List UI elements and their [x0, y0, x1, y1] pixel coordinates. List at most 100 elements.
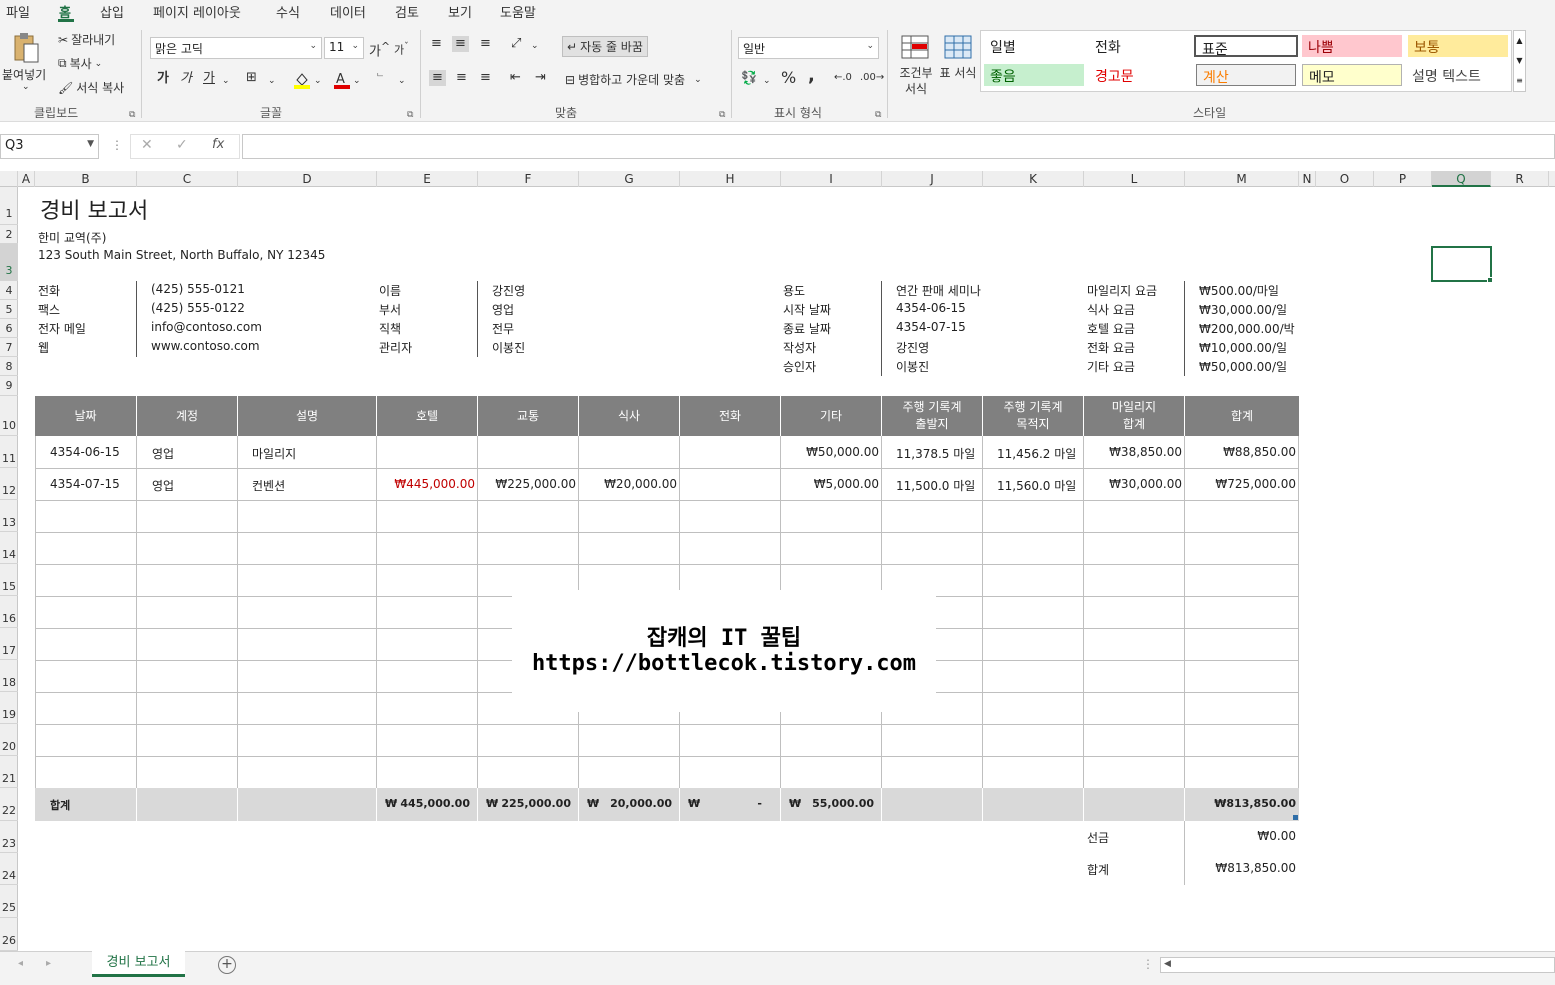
underline-button[interactable]: 가: [203, 71, 215, 87]
row-header[interactable]: 7: [0, 338, 18, 357]
menu-data[interactable]: 데이터: [330, 2, 366, 21]
style-neutral[interactable]: 보통: [1408, 35, 1508, 57]
number-format-combo[interactable]: 일반 ⌄: [738, 37, 879, 59]
italic-button[interactable]: 가: [180, 71, 192, 87]
row-header[interactable]: 21: [0, 756, 18, 788]
col-header-q[interactable]: Q: [1432, 171, 1491, 187]
row-header[interactable]: 13: [0, 500, 18, 532]
conditional-format-label[interactable]: 조건부 서식: [897, 65, 935, 97]
formula-input[interactable]: [242, 134, 1555, 159]
fill-handle[interactable]: [1487, 277, 1493, 283]
row-header[interactable]: 4: [0, 281, 18, 300]
row-header[interactable]: 8: [0, 357, 18, 376]
decrease-decimal-icon[interactable]: .00→: [860, 70, 884, 86]
style-explanatory[interactable]: 설명 텍스트: [1406, 64, 1510, 86]
row-header[interactable]: 22: [0, 788, 18, 821]
chevron-down-icon[interactable]: ⌄: [222, 73, 230, 89]
active-cell-selection[interactable]: [1431, 246, 1492, 282]
row-header[interactable]: 2: [0, 225, 18, 244]
style-calculation[interactable]: 계산: [1196, 64, 1296, 86]
phonetic-icon[interactable]: ᄂ: [376, 70, 384, 86]
col-header-m[interactable]: M: [1185, 171, 1299, 187]
table-resize-handle[interactable]: [1293, 815, 1298, 820]
enter-icon[interactable]: ✓: [176, 137, 188, 153]
dialog-launcher-icon[interactable]: ⧉: [875, 110, 881, 120]
copy-button[interactable]: ⧉ 복사 ⌄: [58, 55, 102, 72]
row-header[interactable]: 10: [0, 396, 18, 436]
chevron-down-icon[interactable]: ⌄: [268, 73, 276, 89]
col-header-b[interactable]: B: [35, 171, 137, 187]
chevron-down-icon[interactable]: ⌄: [531, 38, 539, 54]
col-header-l[interactable]: L: [1084, 171, 1185, 187]
menu-page-layout[interactable]: 페이지 레이아웃: [153, 2, 241, 21]
insert-function-icon[interactable]: fx: [212, 137, 224, 152]
font-size-combo[interactable]: 11 ⌄: [324, 37, 364, 59]
col-header-c[interactable]: C: [137, 171, 238, 187]
fill-color-button[interactable]: [292, 70, 312, 90]
format-table-label[interactable]: 표 서식: [938, 65, 978, 81]
style-warning[interactable]: 경고문: [1089, 64, 1189, 86]
row-header[interactable]: 12: [0, 468, 18, 500]
format-painter-button[interactable]: 🖌 서식 복사: [58, 79, 124, 96]
dialog-launcher-icon[interactable]: ⧉: [719, 110, 725, 120]
currency-icon[interactable]: 💱: [741, 71, 757, 87]
style-bad[interactable]: 나쁨: [1302, 35, 1402, 57]
col-header-n[interactable]: N: [1299, 171, 1316, 187]
scroll-left-icon[interactable]: ◀: [1164, 959, 1171, 969]
menu-insert[interactable]: 삽입: [100, 2, 124, 21]
row-header[interactable]: 24: [0, 853, 18, 885]
col-header-o[interactable]: O: [1316, 171, 1374, 187]
percent-button[interactable]: %: [781, 70, 796, 86]
col-header-g[interactable]: G: [579, 171, 680, 187]
style-normal[interactable]: 표준: [1194, 35, 1298, 58]
row-header[interactable]: 5: [0, 300, 18, 319]
col-header-p[interactable]: P: [1374, 171, 1432, 187]
menu-file[interactable]: 파일: [6, 2, 30, 21]
col-header-a[interactable]: A: [18, 171, 35, 187]
chevron-down-icon[interactable]: ⌄: [314, 73, 322, 89]
horizontal-scrollbar[interactable]: ◀: [1160, 957, 1555, 973]
menu-view[interactable]: 보기: [448, 2, 472, 21]
col-header-f[interactable]: F: [478, 171, 579, 187]
dialog-launcher-icon[interactable]: ⧉: [129, 110, 135, 120]
decrease-indent-icon[interactable]: ⇤: [510, 70, 521, 86]
prev-sheet-icon[interactable]: ◂: [18, 958, 23, 969]
align-top-icon[interactable]: ≡: [431, 36, 442, 52]
row-header[interactable]: 25: [0, 885, 18, 918]
paste-label[interactable]: 붙여넣기: [2, 66, 46, 83]
increase-indent-icon[interactable]: ⇥: [535, 70, 546, 86]
dialog-launcher-icon[interactable]: ⧉: [407, 110, 413, 120]
font-grow-button[interactable]: 가^: [369, 39, 390, 60]
increase-decimal-icon[interactable]: ←.0: [834, 70, 852, 86]
row-header[interactable]: 20: [0, 724, 18, 756]
align-middle-icon[interactable]: ≡: [452, 36, 469, 52]
wrap-text-button[interactable]: ↵ 자동 줄 바꿈: [562, 36, 648, 57]
splitter-icon[interactable]: ⋮: [1142, 957, 1154, 971]
menu-review[interactable]: 검토: [395, 2, 419, 21]
col-header-e[interactable]: E: [377, 171, 478, 187]
select-all-corner[interactable]: [0, 171, 18, 187]
col-header-j[interactable]: J: [882, 171, 983, 187]
align-left-icon[interactable]: ≡: [429, 70, 446, 86]
add-sheet-icon[interactable]: +: [218, 956, 236, 974]
row-header[interactable]: 9: [0, 376, 18, 396]
align-right-icon[interactable]: ≡: [480, 70, 491, 86]
row-header[interactable]: 19: [0, 692, 18, 724]
style-note[interactable]: 메모: [1302, 64, 1402, 86]
menu-help[interactable]: 도움말: [500, 2, 536, 21]
gallery-scroll[interactable]: ▲ ▼ ≡: [1513, 30, 1526, 92]
next-sheet-icon[interactable]: ▸: [46, 958, 51, 969]
row-header[interactable]: 23: [0, 821, 18, 853]
font-color-button[interactable]: A: [332, 70, 352, 90]
row-header[interactable]: 16: [0, 596, 18, 628]
conditional-format-button[interactable]: [900, 34, 930, 62]
row-header[interactable]: 6: [0, 319, 18, 338]
merge-center-button[interactable]: ⊟ 병합하고 가운데 맞춤 ⌄: [565, 71, 702, 88]
col-header-k[interactable]: K: [983, 171, 1084, 187]
chevron-down-icon[interactable]: ⌄: [353, 73, 361, 89]
font-name-combo[interactable]: 맑은 고딕 ⌄: [150, 37, 322, 59]
row-header[interactable]: 3: [0, 244, 18, 281]
row-header[interactable]: 18: [0, 660, 18, 692]
chevron-down-icon[interactable]: ⌄: [763, 73, 771, 89]
orientation-icon[interactable]: ⤢: [511, 36, 521, 52]
